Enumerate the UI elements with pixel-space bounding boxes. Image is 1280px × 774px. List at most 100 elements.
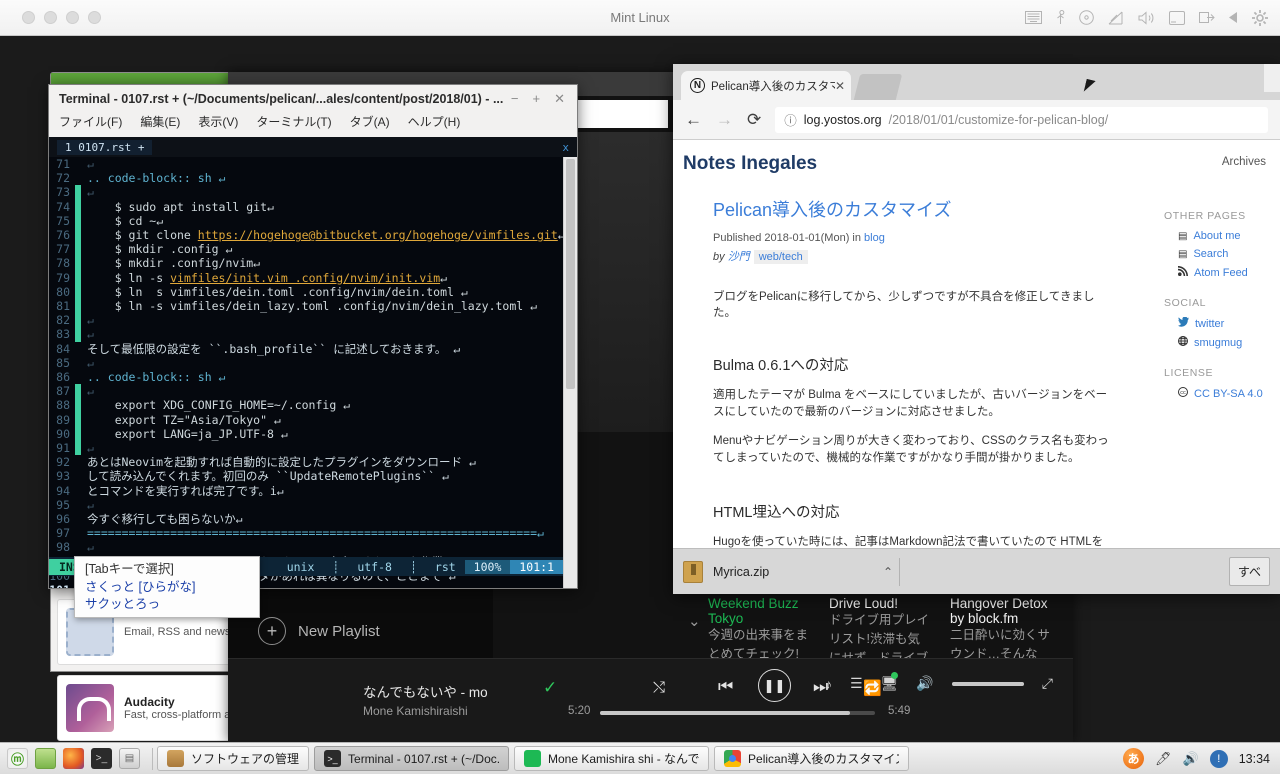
maximize-button[interactable]: + bbox=[533, 91, 541, 107]
sidebar-item-twitter[interactable]: twitter bbox=[1178, 317, 1274, 330]
lyrics-icon[interactable]: ♪ bbox=[825, 676, 832, 692]
code-link[interactable]: vimfiles/init.vim .config/nvim/init.vim bbox=[170, 271, 440, 285]
code-link[interactable]: https://hogehoge@bitbucket.org/hogehoge/… bbox=[198, 228, 558, 242]
menu-file[interactable]: ファイル(F) bbox=[59, 113, 122, 137]
forward-button[interactable]: → bbox=[716, 110, 733, 130]
mouse-cursor bbox=[1085, 79, 1095, 87]
download-item[interactable]: Myrica.zip ⌃ bbox=[683, 561, 893, 583]
taskbar[interactable]: ⓜ >_ ▤ ソフトウェアの管理 >_ Terminal - 0107.rst … bbox=[0, 742, 1280, 774]
terminal-window[interactable]: Terminal - 0107.rst + (~/Documents/pelic… bbox=[48, 84, 578, 589]
post-title[interactable]: Pelican導入後のカスタマイズ bbox=[713, 196, 1113, 222]
terminal-titlebar[interactable]: Terminal - 0107.rst + (~/Documents/pelic… bbox=[49, 85, 577, 113]
firefox-icon[interactable] bbox=[63, 748, 84, 769]
monitor-icon[interactable]: ▤ bbox=[119, 748, 140, 769]
ime-indicator[interactable]: あ bbox=[1123, 748, 1144, 769]
sidebar-item-atom-feed[interactable]: Atom Feed bbox=[1178, 266, 1274, 279]
taskbar-window-spotify[interactable]: Mone Kamishira shi - なんで... bbox=[514, 746, 709, 771]
network-icon[interactable] bbox=[1108, 11, 1124, 25]
show-all-downloads-button[interactable]: すべ bbox=[1229, 557, 1270, 586]
browser-tabstrip[interactable]: N Pelican導入後のカスタマ ✕ bbox=[673, 64, 1280, 100]
clock[interactable]: 13:34 bbox=[1239, 752, 1270, 766]
window-dot[interactable] bbox=[88, 11, 101, 24]
terminal-icon[interactable]: >_ bbox=[91, 748, 112, 769]
terminal-scrollbar[interactable] bbox=[563, 157, 577, 588]
sidebar-item-smugmug[interactable]: smugmug bbox=[1178, 336, 1274, 349]
display-icon[interactable] bbox=[1169, 11, 1185, 25]
queue-icon[interactable]: ☰ bbox=[850, 675, 863, 692]
site-title[interactable]: Notes Inegales bbox=[673, 140, 1280, 175]
devices-icon[interactable]: 🖥 bbox=[881, 675, 899, 692]
download-bar[interactable]: Myrica.zip ⌃ すべ bbox=[673, 548, 1280, 594]
update-shield-icon[interactable]: ! bbox=[1210, 750, 1228, 768]
terminal-menubar[interactable]: ファイル(F) 編集(E) 表示(V) ターミナル(T) タブ(A) ヘルプ(H… bbox=[49, 113, 577, 137]
archives-link[interactable]: Archives bbox=[1222, 156, 1266, 168]
close-button[interactable]: ✕ bbox=[554, 91, 565, 107]
ime-candidate-popup[interactable]: [Tabキーで選択] さくっと [ひらがな] サクッとろっ bbox=[74, 556, 260, 618]
disc-icon[interactable] bbox=[1079, 10, 1094, 25]
new-playlist-button[interactable]: + New Playlist bbox=[258, 617, 380, 645]
previous-button[interactable]: ⏮ bbox=[718, 677, 733, 697]
ime-candidate[interactable]: サクッとろっ bbox=[85, 596, 259, 614]
menu-edit[interactable]: 編集(E) bbox=[140, 113, 180, 137]
address-bar[interactable]: ⓘ log.yostos.org /2018/01/01/customize-f… bbox=[775, 107, 1268, 133]
editor-tab[interactable]: 1 0107.rst + bbox=[57, 140, 152, 155]
usb-icon[interactable] bbox=[1056, 10, 1065, 25]
post-lead: ブログをPelicanに移行してから、少しずつですが不具合を修正してきました。 bbox=[713, 288, 1113, 320]
line-number: 94 bbox=[49, 484, 75, 498]
author-name[interactable]: 沙門 bbox=[728, 251, 750, 263]
eject-icon[interactable] bbox=[1199, 11, 1215, 24]
chevron-down-icon[interactable]: ⌄ bbox=[688, 612, 701, 630]
menu-help[interactable]: ヘルプ(H) bbox=[408, 113, 461, 137]
window-dot[interactable] bbox=[44, 11, 57, 24]
volume-icon[interactable]: 🔊 bbox=[1183, 751, 1199, 767]
volume-icon[interactable] bbox=[1138, 11, 1155, 25]
line-text: ↵ bbox=[81, 384, 94, 398]
category-link[interactable]: blog bbox=[864, 232, 885, 244]
ime-candidate[interactable]: さくっと [ひらがな] bbox=[85, 579, 259, 597]
window-controls[interactable] bbox=[22, 11, 101, 24]
terminal-body[interactable]: 71↵72.. code-block:: sh ↵73↵74 $ sudo ap… bbox=[49, 157, 577, 588]
files-icon[interactable] bbox=[35, 748, 56, 769]
window-dot[interactable] bbox=[66, 11, 79, 24]
browser-tab-inactive[interactable] bbox=[854, 74, 902, 100]
line-text: $ ln -s vimfiles/dein_lazy.toml .config/… bbox=[81, 299, 537, 313]
seek-slider[interactable] bbox=[600, 711, 875, 715]
volume-icon[interactable]: 🔊 bbox=[916, 675, 933, 692]
browser-tab-active[interactable]: N Pelican導入後のカスタマ ✕ bbox=[681, 71, 851, 100]
pen-icon[interactable]: 🖊 bbox=[1155, 751, 1172, 767]
gear-icon[interactable] bbox=[1252, 10, 1268, 26]
mint-menu-icon[interactable]: ⓜ bbox=[7, 748, 28, 769]
browser-menu-area[interactable] bbox=[1264, 64, 1280, 92]
sidebar-item-about-me[interactable]: ▤ About me bbox=[1178, 230, 1274, 242]
line-number: 79 bbox=[49, 271, 75, 285]
taskbar-window-chrome[interactable]: Pelican導入後のカスタマイズ -... bbox=[714, 746, 909, 771]
sidebar-item-search[interactable]: ▤ Search bbox=[1178, 248, 1274, 260]
fullscreen-icon[interactable]: ⤢ bbox=[1042, 675, 1053, 692]
menu-view[interactable]: 表示(V) bbox=[198, 113, 238, 137]
browser-toolbar[interactable]: ← → ⟳ ⓘ log.yostos.org /2018/01/01/custo… bbox=[673, 100, 1280, 140]
window-dot[interactable] bbox=[22, 11, 35, 24]
shuffle-button[interactable]: ⤭ bbox=[653, 679, 665, 696]
browser-window[interactable]: N Pelican導入後のカスタマ ✕ ← → ⟳ ⓘ log.yostos.o… bbox=[673, 64, 1280, 594]
close-icon[interactable]: x bbox=[562, 141, 569, 154]
post-tag[interactable]: web/tech bbox=[754, 250, 808, 264]
editor-tabline[interactable]: 1 0107.rst + x bbox=[49, 137, 577, 157]
tab-close-icon[interactable]: ✕ bbox=[835, 79, 845, 93]
sidebar-item-license[interactable]: cc CC BY-SA 4.0 bbox=[1178, 387, 1274, 400]
back-button[interactable]: ← bbox=[685, 110, 702, 130]
saved-check-icon[interactable]: ✓ bbox=[543, 678, 557, 698]
site-info-icon[interactable]: ⓘ bbox=[784, 110, 797, 129]
editor-buffer[interactable]: 71↵72.. code-block:: sh ↵73↵74 $ sudo ap… bbox=[49, 157, 563, 588]
taskbar-window-software-manager[interactable]: ソフトウェアの管理 bbox=[157, 746, 309, 771]
reload-button[interactable]: ⟳ bbox=[747, 110, 761, 130]
play-icon[interactable] bbox=[1229, 12, 1238, 23]
minimize-button[interactable]: − bbox=[511, 91, 519, 107]
pause-button[interactable]: ❚❚ bbox=[758, 669, 791, 702]
menu-tabs[interactable]: タブ(A) bbox=[350, 113, 390, 137]
keyboard-icon[interactable] bbox=[1025, 11, 1042, 24]
volume-slider[interactable] bbox=[952, 682, 1024, 686]
web-page[interactable]: Notes Inegales Archives Pelican導入後のカスタマイ… bbox=[673, 140, 1280, 594]
taskbar-window-terminal[interactable]: >_ Terminal - 0107.rst + (~/Doc... bbox=[314, 746, 509, 771]
chevron-up-icon[interactable]: ⌃ bbox=[883, 565, 893, 579]
menu-terminal[interactable]: ターミナル(T) bbox=[256, 113, 331, 137]
